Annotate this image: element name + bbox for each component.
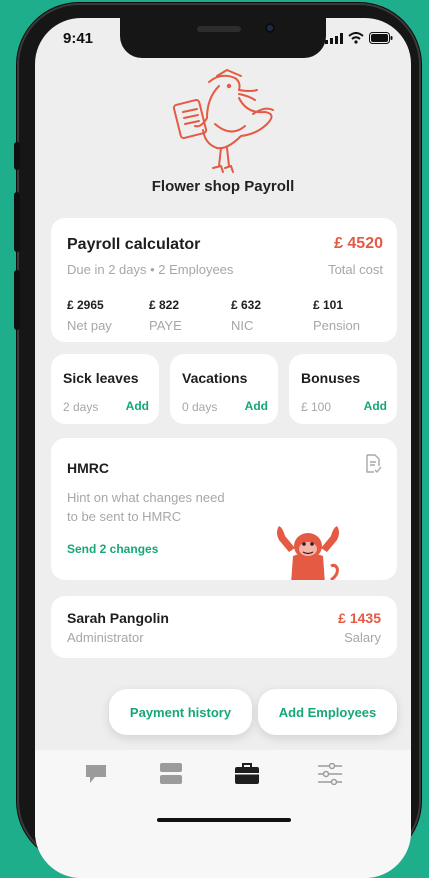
employee-card[interactable]: Sarah Pangolin Administrator £ 1435 Sala… (51, 596, 397, 658)
pension-label: Pension (313, 318, 360, 333)
hmrc-card[interactable]: HMRC Hint on what changes need to be sen… (51, 438, 397, 580)
nic-label: NIC (231, 318, 254, 333)
paye-item: £ 822 PAYE (149, 298, 182, 333)
vacations-value: 0 days (182, 400, 218, 414)
bonuses-value: £ 100 (301, 400, 332, 414)
hmrc-title: HMRC (67, 460, 109, 476)
sliders-icon[interactable] (318, 763, 342, 785)
add-employees-button[interactable]: Add Employees (258, 689, 397, 735)
page-title: Flower shop Payroll (151, 178, 295, 195)
hmrc-hint-line-2: to be sent to HMRC (67, 509, 182, 524)
pension-item: £ 101 Pension (313, 298, 360, 333)
hmrc-hint-line-1: Hint on what changes need (67, 490, 225, 505)
home-indicator (157, 818, 291, 822)
employee-role: Administrator (67, 630, 144, 645)
net-pay-value: £ 2965 (67, 298, 104, 312)
hmrc-hint: Hint on what changes need to be sent to … (67, 488, 225, 526)
paye-label: PAYE (149, 318, 182, 333)
total-cost-label: Total cost (328, 262, 383, 277)
payment-history-button[interactable]: Payment history (109, 689, 252, 735)
paye-value: £ 822 (149, 298, 180, 312)
volume-down-button (14, 270, 20, 330)
send-changes-link[interactable]: Send 2 changes (67, 542, 158, 556)
sick-leaves-title: Sick leaves (63, 370, 139, 386)
vacations-title: Vacations (182, 370, 248, 386)
wifi-icon (348, 32, 364, 44)
bird-mascot-illustration (172, 69, 274, 173)
chat-icon[interactable] (85, 764, 107, 784)
total-cost-value: £ 4520 (334, 235, 383, 252)
signal-icon (325, 32, 343, 44)
add-vacation-button[interactable]: Add (245, 399, 268, 413)
sick-leaves-card[interactable]: Sick leaves 2 days Add (51, 354, 159, 424)
bonuses-card[interactable]: Bonuses £ 100 Add (289, 354, 397, 424)
monkey-mascot-illustration (277, 526, 339, 580)
payroll-title: Payroll calculator (67, 236, 201, 253)
nic-value: £ 632 (231, 298, 262, 312)
nic-item: £ 632 NIC (231, 298, 261, 333)
employee-name: Sarah Pangolin (67, 610, 169, 626)
volume-up-button (14, 192, 20, 252)
employee-salary-value: £ 1435 (338, 610, 381, 626)
status-icons (325, 32, 393, 44)
payroll-subtitle: Due in 2 days • 2 Employees (67, 262, 234, 277)
pension-value: £ 101 (313, 298, 344, 312)
briefcase-icon[interactable] (235, 763, 259, 785)
speaker (197, 26, 241, 32)
net-pay-item: £ 2965 Net pay (67, 298, 112, 333)
add-sick-leave-button[interactable]: Add (126, 399, 149, 413)
app-screen: 9:41 Flower shop Payroll Payroll calcula… (35, 18, 411, 878)
status-time: 9:41 (63, 30, 94, 47)
front-camera (265, 23, 275, 33)
battery-icon (369, 32, 393, 44)
document-check-icon[interactable] (365, 454, 383, 474)
layers-icon[interactable] (160, 763, 182, 785)
mute-switch (14, 142, 20, 170)
payroll-calculator-card[interactable]: Payroll calculator Due in 2 days • 2 Emp… (51, 218, 397, 342)
notch (120, 18, 326, 58)
add-bonus-button[interactable]: Add (364, 399, 387, 413)
sick-leaves-value: 2 days (63, 400, 99, 414)
employee-salary-label: Salary (344, 630, 381, 645)
bottom-tab-bar (35, 750, 411, 878)
vacations-card[interactable]: Vacations 0 days Add (170, 354, 278, 424)
bonuses-title: Bonuses (301, 370, 361, 386)
net-pay-label: Net pay (67, 318, 112, 333)
